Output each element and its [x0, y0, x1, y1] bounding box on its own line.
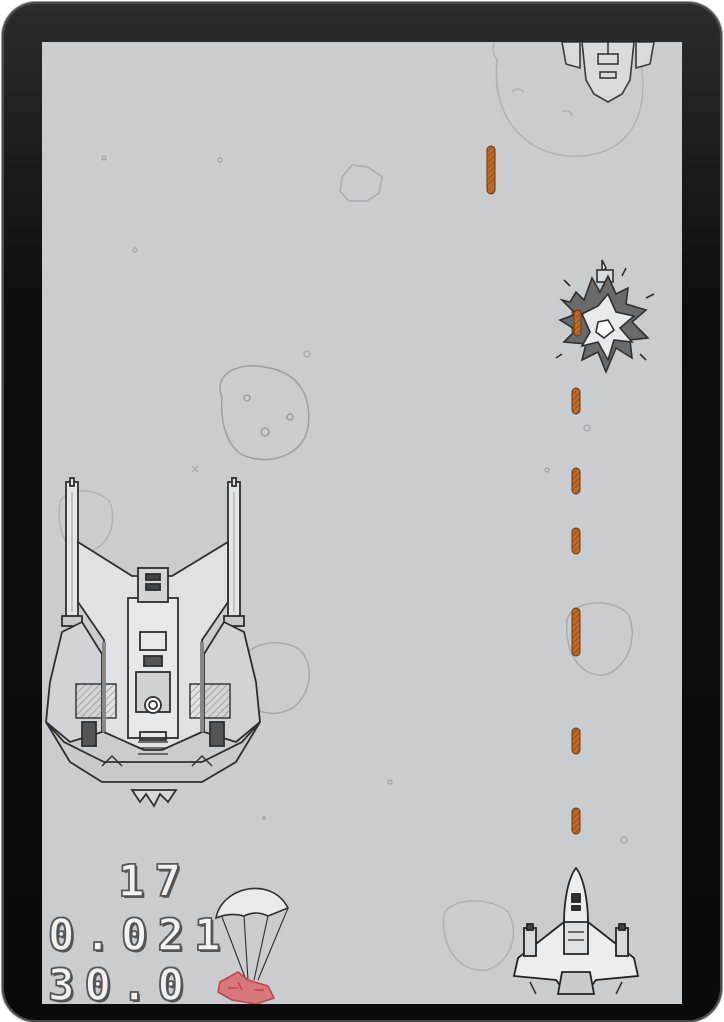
- score-counter: 17: [117, 856, 191, 907]
- enemy-fighter-icon[interactable]: [561, 42, 655, 103]
- game-screen[interactable]: 17 0.021 30.0: [42, 42, 682, 1004]
- hud-panel: 17 0.021 30.0: [42, 844, 242, 1004]
- player-fighter-jet-icon[interactable]: [512, 866, 640, 995]
- fps-readout: 30.0: [47, 960, 194, 1004]
- bullet-icon: [571, 727, 581, 755]
- bullet-icon: [486, 145, 496, 195]
- bullet-icon: [571, 607, 581, 657]
- boss-battleship-icon[interactable]: [45, 477, 261, 808]
- bullet-icon: [571, 387, 581, 415]
- bullet-stream: [486, 145, 581, 835]
- asteroid-icon: [442, 900, 515, 972]
- asteroid-icon: [339, 164, 383, 202]
- timer-readout: 0.021: [47, 910, 231, 961]
- explosion-icon: [555, 259, 655, 375]
- device-frame: 17 0.021 30.0: [0, 0, 724, 1022]
- bullet-icon: [571, 527, 581, 555]
- asteroid-icon: [219, 365, 310, 461]
- bullet-icon: [571, 467, 581, 495]
- bullet-icon: [571, 807, 581, 835]
